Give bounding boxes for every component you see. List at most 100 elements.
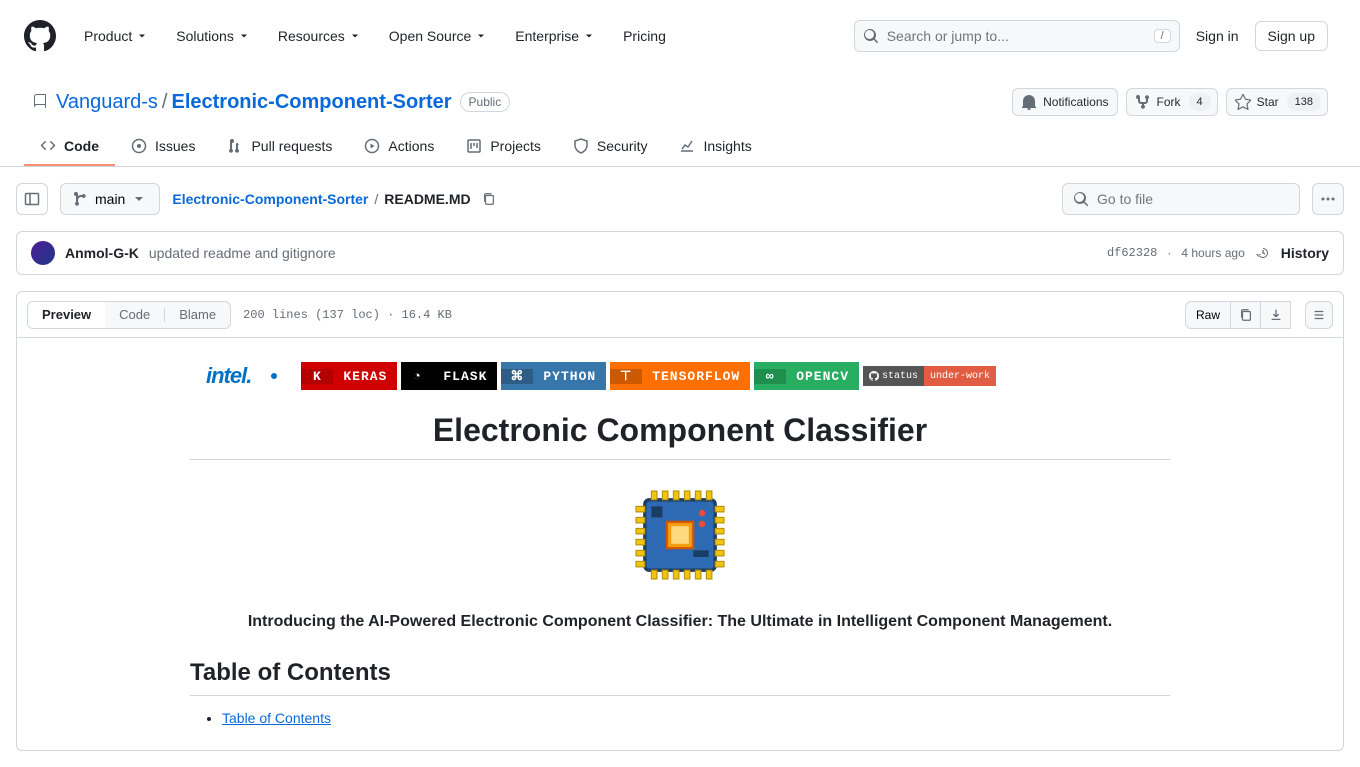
- history-link[interactable]: History: [1281, 245, 1329, 261]
- github-logo-icon[interactable]: [24, 20, 56, 52]
- sidebar-toggle-button[interactable]: [16, 183, 48, 215]
- raw-button[interactable]: Raw: [1185, 301, 1231, 329]
- tab-pull-requests[interactable]: Pull requests: [211, 128, 348, 166]
- fork-button[interactable]: Fork 4: [1126, 88, 1218, 116]
- file-toolbar: Preview Code Blame 200 lines (137 loc) ·…: [17, 292, 1343, 338]
- bell-icon: [1021, 94, 1037, 110]
- toc-heading: Table of Contents: [190, 659, 1170, 696]
- copy-raw-button[interactable]: [1231, 301, 1261, 329]
- view-segment: Preview Code Blame: [27, 301, 231, 329]
- star-icon: [1235, 94, 1251, 110]
- star-button[interactable]: Star 138: [1226, 88, 1328, 116]
- tab-projects[interactable]: Projects: [450, 128, 557, 166]
- badges-row: intel. KKERAS ◔FLASK ⌘PYTHON ⊤TENSORFLOW…: [190, 362, 1170, 390]
- star-count: 138: [1287, 93, 1321, 111]
- code-icon: [40, 138, 56, 154]
- search-icon: [863, 28, 879, 44]
- visibility-badge: Public: [460, 92, 511, 112]
- readme-title: Electronic Component Classifier: [190, 412, 1170, 460]
- play-icon: [364, 138, 380, 154]
- chevron-down-icon: [238, 30, 250, 42]
- badge-dot: [271, 373, 277, 379]
- preview-tab[interactable]: Preview: [28, 302, 105, 328]
- history-icon: [1255, 245, 1271, 261]
- sign-up-button[interactable]: Sign up: [1255, 21, 1328, 51]
- nav-solutions[interactable]: Solutions: [164, 20, 262, 52]
- primary-nav: Product Solutions Resources Open Source …: [72, 20, 678, 52]
- sidebar-collapse-icon: [24, 191, 40, 207]
- search-input[interactable]: [887, 28, 1146, 44]
- global-search[interactable]: /: [854, 20, 1180, 52]
- repo-link[interactable]: Electronic-Component-Sorter: [171, 91, 451, 114]
- file-box: Preview Code Blame 200 lines (137 loc) ·…: [16, 291, 1344, 751]
- owner-link[interactable]: Vanguard-s: [56, 91, 158, 114]
- nav-pricing[interactable]: Pricing: [611, 20, 678, 52]
- code-tab[interactable]: Code: [105, 302, 164, 328]
- project-icon: [466, 138, 482, 154]
- graph-icon: [679, 138, 695, 154]
- badge-status: statusunder-work: [863, 366, 996, 386]
- nav-resources[interactable]: Resources: [266, 20, 373, 52]
- more-options-button[interactable]: [1312, 183, 1344, 215]
- commit-message[interactable]: updated readme and gitignore: [149, 245, 336, 261]
- tab-code[interactable]: Code: [24, 128, 115, 166]
- badge-flask: ◔FLASK: [401, 362, 497, 390]
- commit-author[interactable]: Anmol-G-K: [65, 245, 139, 261]
- readme-body: intel. KKERAS ◔FLASK ⌘PYTHON ⊤TENSORFLOW…: [17, 338, 1343, 750]
- chevron-down-icon: [475, 30, 487, 42]
- branch-select-button[interactable]: main: [60, 183, 160, 215]
- sign-in-link[interactable]: Sign in: [1196, 28, 1239, 44]
- latest-commit-row: Anmol-G-K updated readme and gitignore d…: [16, 231, 1344, 275]
- nav-open-source[interactable]: Open Source: [377, 20, 500, 52]
- list-icon: [1312, 308, 1326, 322]
- search-icon: [1073, 191, 1089, 207]
- badge-tensorflow: ⊤TENSORFLOW: [610, 362, 750, 390]
- kebab-icon: [1320, 191, 1336, 207]
- tab-actions[interactable]: Actions: [348, 128, 450, 166]
- issue-icon: [131, 138, 147, 154]
- repo-nav: Code Issues Pull requests Actions Projec…: [0, 128, 1360, 167]
- copy-path-button[interactable]: [477, 187, 501, 211]
- chip-icon: [625, 480, 735, 590]
- fork-icon: [1135, 94, 1151, 110]
- fork-count: 4: [1189, 93, 1211, 111]
- commit-time: 4 hours ago: [1181, 246, 1244, 260]
- breadcrumb-file: README.MD: [384, 191, 470, 207]
- search-shortcut-key: /: [1154, 29, 1171, 43]
- branch-icon: [73, 191, 89, 207]
- toc-list: Table of Contents: [190, 710, 1170, 726]
- outline-button[interactable]: [1305, 301, 1333, 329]
- tab-issues[interactable]: Issues: [115, 128, 211, 166]
- shield-icon: [573, 138, 589, 154]
- breadcrumb-repo-link[interactable]: Electronic-Component-Sorter: [172, 191, 368, 207]
- badge-intel: intel.: [190, 363, 267, 389]
- nav-enterprise[interactable]: Enterprise: [503, 20, 607, 52]
- download-button[interactable]: [1261, 301, 1291, 329]
- badge-opencv: ∞OPENCV: [754, 362, 859, 390]
- nav-product[interactable]: Product: [72, 20, 160, 52]
- blame-tab[interactable]: Blame: [165, 302, 230, 328]
- notifications-button[interactable]: Notifications: [1012, 88, 1117, 116]
- copy-icon: [482, 192, 496, 206]
- readme-tagline: Introducing the AI-Powered Electronic Co…: [190, 613, 1170, 631]
- repo-icon: [32, 94, 48, 110]
- avatar[interactable]: [31, 241, 55, 265]
- global-header: Product Solutions Resources Open Source …: [0, 0, 1360, 72]
- tab-insights[interactable]: Insights: [663, 128, 767, 166]
- chevron-down-icon: [349, 30, 361, 42]
- go-to-file-input[interactable]: [1062, 183, 1300, 215]
- copy-icon: [1239, 308, 1253, 322]
- repo-header: Vanguard-s / Electronic-Component-Sorter…: [0, 72, 1360, 116]
- download-icon: [1269, 308, 1283, 322]
- file-header-row: main Electronic-Component-Sorter / READM…: [16, 183, 1344, 215]
- badge-python: ⌘PYTHON: [501, 362, 606, 390]
- file-meta: 200 lines (137 loc) · 16.4 KB: [243, 308, 452, 322]
- chevron-down-icon: [136, 30, 148, 42]
- tab-security[interactable]: Security: [557, 128, 664, 166]
- commit-sha[interactable]: df62328: [1107, 246, 1157, 260]
- breadcrumb: Electronic-Component-Sorter / README.MD: [172, 187, 500, 211]
- toc-link-toc[interactable]: Table of Contents: [222, 710, 331, 726]
- chevron-down-icon: [131, 191, 147, 207]
- pull-request-icon: [227, 138, 243, 154]
- badge-keras: KKERAS: [301, 362, 397, 390]
